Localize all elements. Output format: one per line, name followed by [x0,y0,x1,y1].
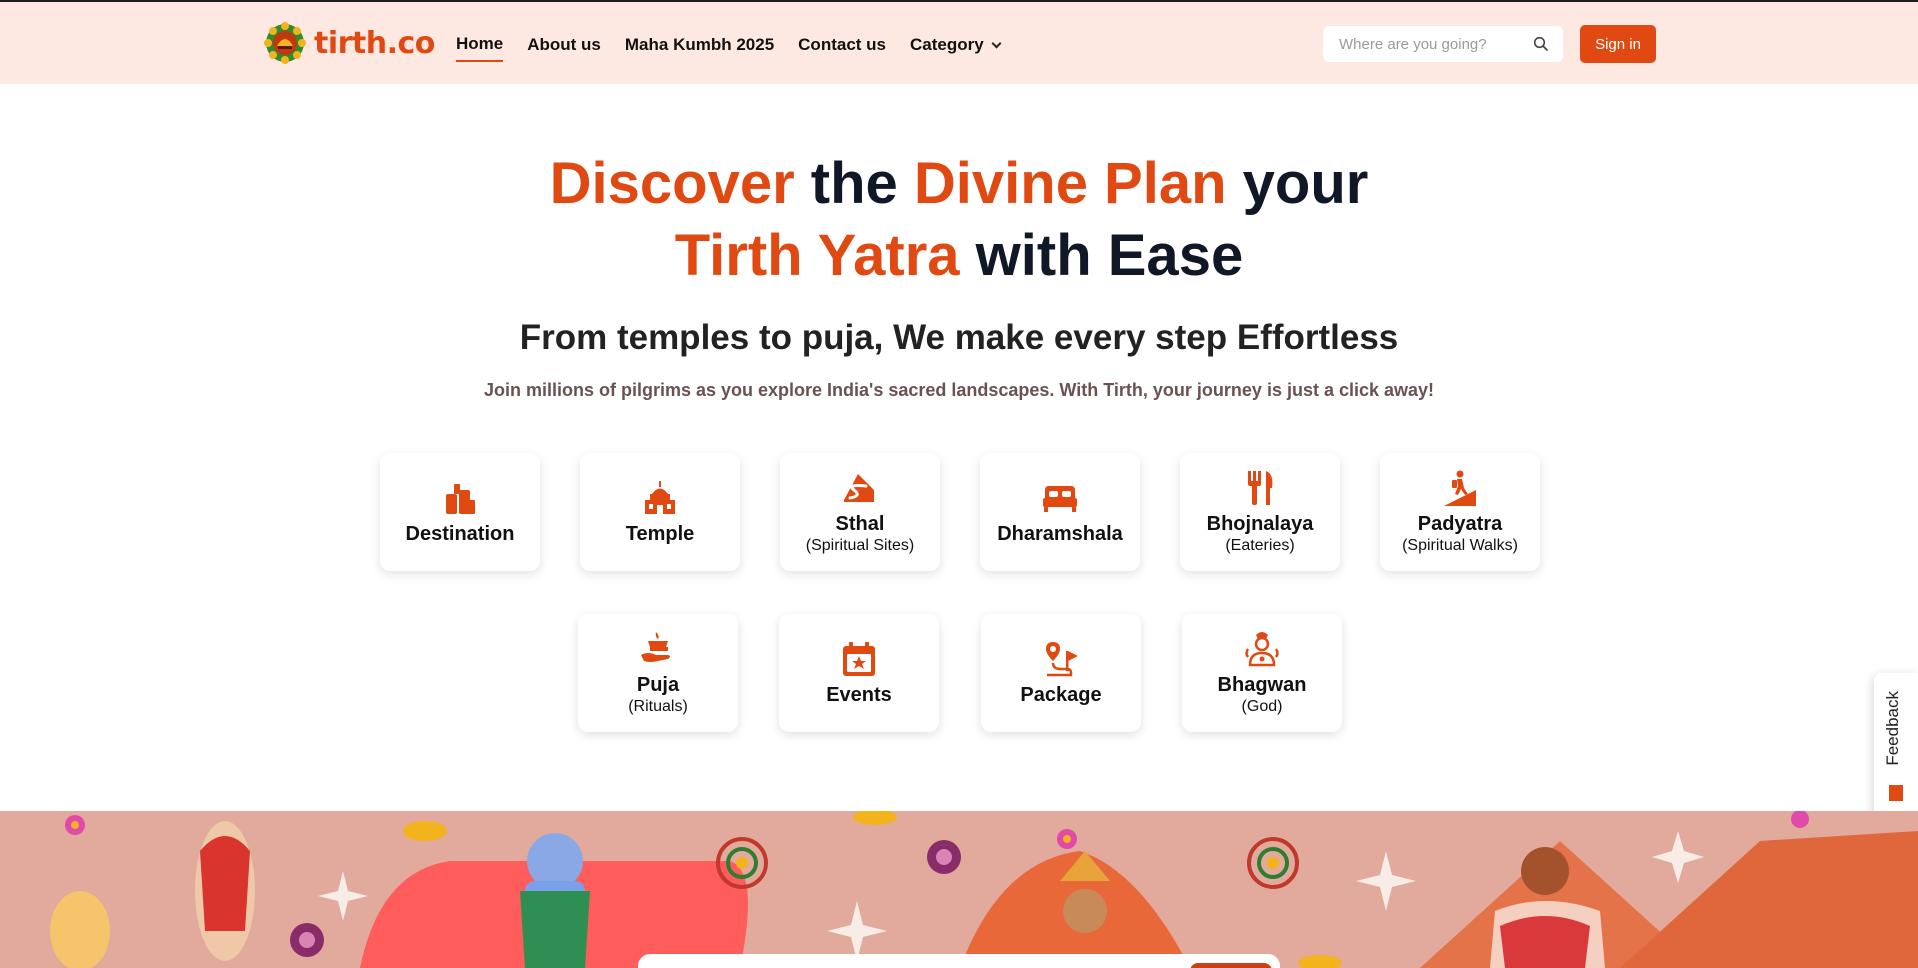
category-puja-label: Puja [636,674,680,696]
search-box [1323,26,1563,62]
nav-about[interactable]: About us [527,35,601,61]
brand-name: tirth.co [314,25,435,61]
category-dharamshala-label: Dharamshala [997,523,1123,545]
search-input[interactable] [1339,35,1529,53]
category-bhagwan-label: Bhagwan [1217,674,1307,696]
category-package-label: Package [1020,684,1102,706]
nav-about-label: About us [527,35,601,54]
hero-title-discover: Discover [549,151,795,216]
nav-contact-label: Contact us [798,35,886,54]
chevron-down-icon [991,38,1002,49]
nav-maha-kumbh-label: Maha Kumbh 2025 [624,35,775,54]
hero-title-with-ease: with Ease [959,223,1244,288]
nav-category-dropdown[interactable]: Category [910,35,1002,61]
feedback-icon [1889,785,1903,801]
category-events-label: Events [826,684,892,706]
logo[interactable]: tirth.co [264,22,435,64]
hero-title-divine-plan: Divine Plan [913,151,1227,216]
category-sthal[interactable]: Sthal (Spiritual Sites) [780,453,940,571]
category-temple-label: Temple [625,523,695,545]
category-puja-sub: (Rituals) [628,698,688,715]
nav-contact[interactable]: Contact us [798,35,886,61]
category-padyatra-sub: (Spiritual Walks) [1402,537,1518,554]
hero-subtitle: From temples to puja, We make every step… [519,318,1399,357]
hero-title-tirth-yatra: Tirth Yatra [674,223,960,288]
site-header: tirth.co Home About us Maha Kumbh 2025 C… [0,2,1918,84]
hero-title: Discover the Divine Plan your Tirth Yatr… [0,148,1918,292]
feedback-label: Feedback [1883,691,1902,766]
nav-category-label: Category [910,35,984,54]
calendar-icon [843,642,875,676]
category-bhojnalaya-sub: (Eateries) [1225,537,1295,554]
destination-icon [446,484,475,514]
nav-maha-kumbh[interactable]: Maha Kumbh 2025 [625,35,774,61]
category-padyatra-label: Padyatra [1417,513,1503,535]
nav-home-label: Home [456,34,504,53]
category-destination-label: Destination [405,523,515,545]
bed-icon [1043,486,1077,512]
feedback-tab[interactable]: Feedback [1874,673,1918,821]
category-dharamshala[interactable]: Dharamshala [980,453,1140,571]
category-sthal-label: Sthal [835,513,885,535]
route-flag-icon [1046,642,1078,677]
search-icon[interactable] [1533,36,1549,52]
category-destination[interactable]: Destination [380,453,540,571]
category-padyatra[interactable]: Padyatra (Spiritual Walks) [1380,453,1540,571]
fork-knife-icon [1248,471,1273,505]
hero-description: Join millions of pilgrims as you explore… [483,380,1435,400]
hero-title-the: the [794,151,914,216]
mandala-logo-icon [264,22,306,64]
category-puja[interactable]: Puja (Rituals) [578,614,738,732]
hero-title-your: your [1226,151,1369,216]
sthal-icon [844,474,874,502]
category-bhagwan[interactable]: Bhagwan (God) [1182,614,1342,732]
spiritual-illustration [50,811,1918,968]
category-bhagwan-sub: (God) [1241,698,1283,715]
puja-icon [641,632,670,662]
category-temple[interactable]: Temple [580,453,740,571]
category-package[interactable]: Package [981,614,1141,732]
hiker-icon [1444,470,1476,506]
nav-home[interactable]: Home [456,34,504,62]
signin-button[interactable]: Sign in [1580,25,1656,63]
deity-icon [1245,632,1279,667]
category-sthal-sub: (Spiritual Sites) [805,537,915,554]
banner-search-button [1190,963,1272,968]
category-bhojnalaya-label: Bhojnalaya [1206,513,1314,535]
category-events[interactable]: Events [779,614,939,732]
main-nav: Home About us Maha Kumbh 2025 Contact us… [456,34,1024,62]
category-bhojnalaya[interactable]: Bhojnalaya (Eateries) [1180,453,1340,571]
hero-illustration-banner [0,811,1918,968]
temple-icon [645,481,675,514]
banner-search-bar [638,954,1280,968]
